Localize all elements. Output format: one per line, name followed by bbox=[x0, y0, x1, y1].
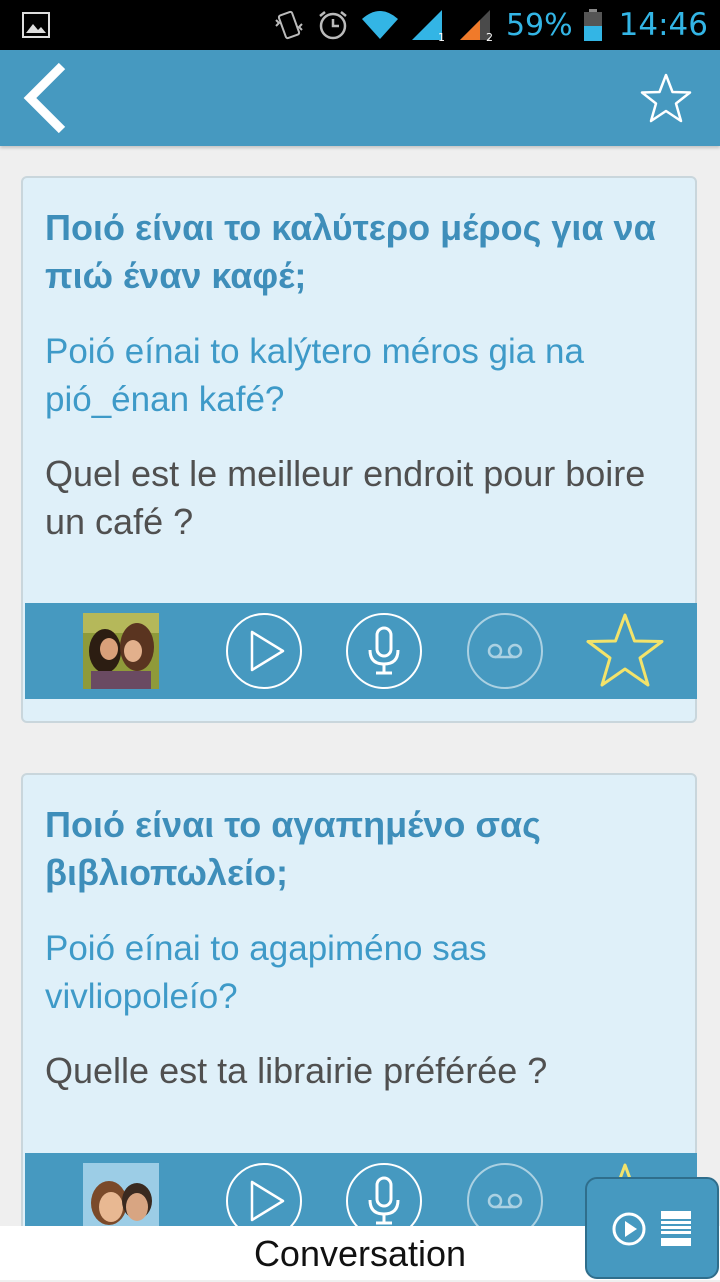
svg-text:1: 1 bbox=[438, 31, 445, 42]
image-icon bbox=[22, 12, 50, 38]
photo-thumbnail[interactable] bbox=[83, 613, 159, 689]
favorite-star-icon[interactable] bbox=[640, 73, 692, 125]
vibrate-icon bbox=[275, 10, 303, 40]
svg-text:2: 2 bbox=[486, 31, 493, 42]
play-icon[interactable] bbox=[225, 612, 303, 690]
voicemail-icon[interactable] bbox=[466, 612, 544, 690]
phrase-card: Ποιό είναι το καλύτερο μέρος για να πιώ … bbox=[21, 176, 697, 723]
greek-phrase: Ποιό είναι το αγαπημένο σας βιβλιοπωλείο… bbox=[45, 804, 541, 893]
play-circle-icon bbox=[612, 1212, 646, 1246]
conversation-mode-button[interactable] bbox=[585, 1177, 719, 1279]
transliteration: Poió eínai to kalýtero méros gia na pió_… bbox=[45, 332, 584, 419]
star-icon[interactable] bbox=[585, 611, 665, 691]
status-bar: 1 2 59% 14:46 bbox=[0, 0, 720, 50]
phrase-toolbar bbox=[25, 603, 697, 699]
battery-icon bbox=[583, 9, 602, 41]
signal-2-icon: 2 bbox=[459, 10, 493, 42]
back-icon[interactable] bbox=[22, 60, 74, 136]
status-right-group: 1 2 59% 14:46 bbox=[272, 0, 708, 50]
book-list-icon bbox=[661, 1211, 691, 1246]
french-translation: Quel est le meilleur endroit pour boire … bbox=[45, 453, 646, 542]
microphone-icon[interactable] bbox=[345, 612, 423, 690]
app-bar bbox=[0, 50, 720, 146]
alarm-icon bbox=[319, 11, 347, 40]
clock: 14:46 bbox=[618, 7, 708, 43]
transliteration: Poió eínai to agapiméno sas vivliopoleío… bbox=[45, 929, 487, 1016]
battery-percent: 59% bbox=[505, 7, 573, 43]
wifi-icon bbox=[361, 11, 398, 39]
french-translation: Quelle est ta librairie préférée ? bbox=[45, 1050, 548, 1091]
signal-1-icon: 1 bbox=[411, 10, 445, 42]
greek-phrase: Ποιό είναι το καλύτερο μέρος για να πιώ … bbox=[45, 207, 656, 296]
